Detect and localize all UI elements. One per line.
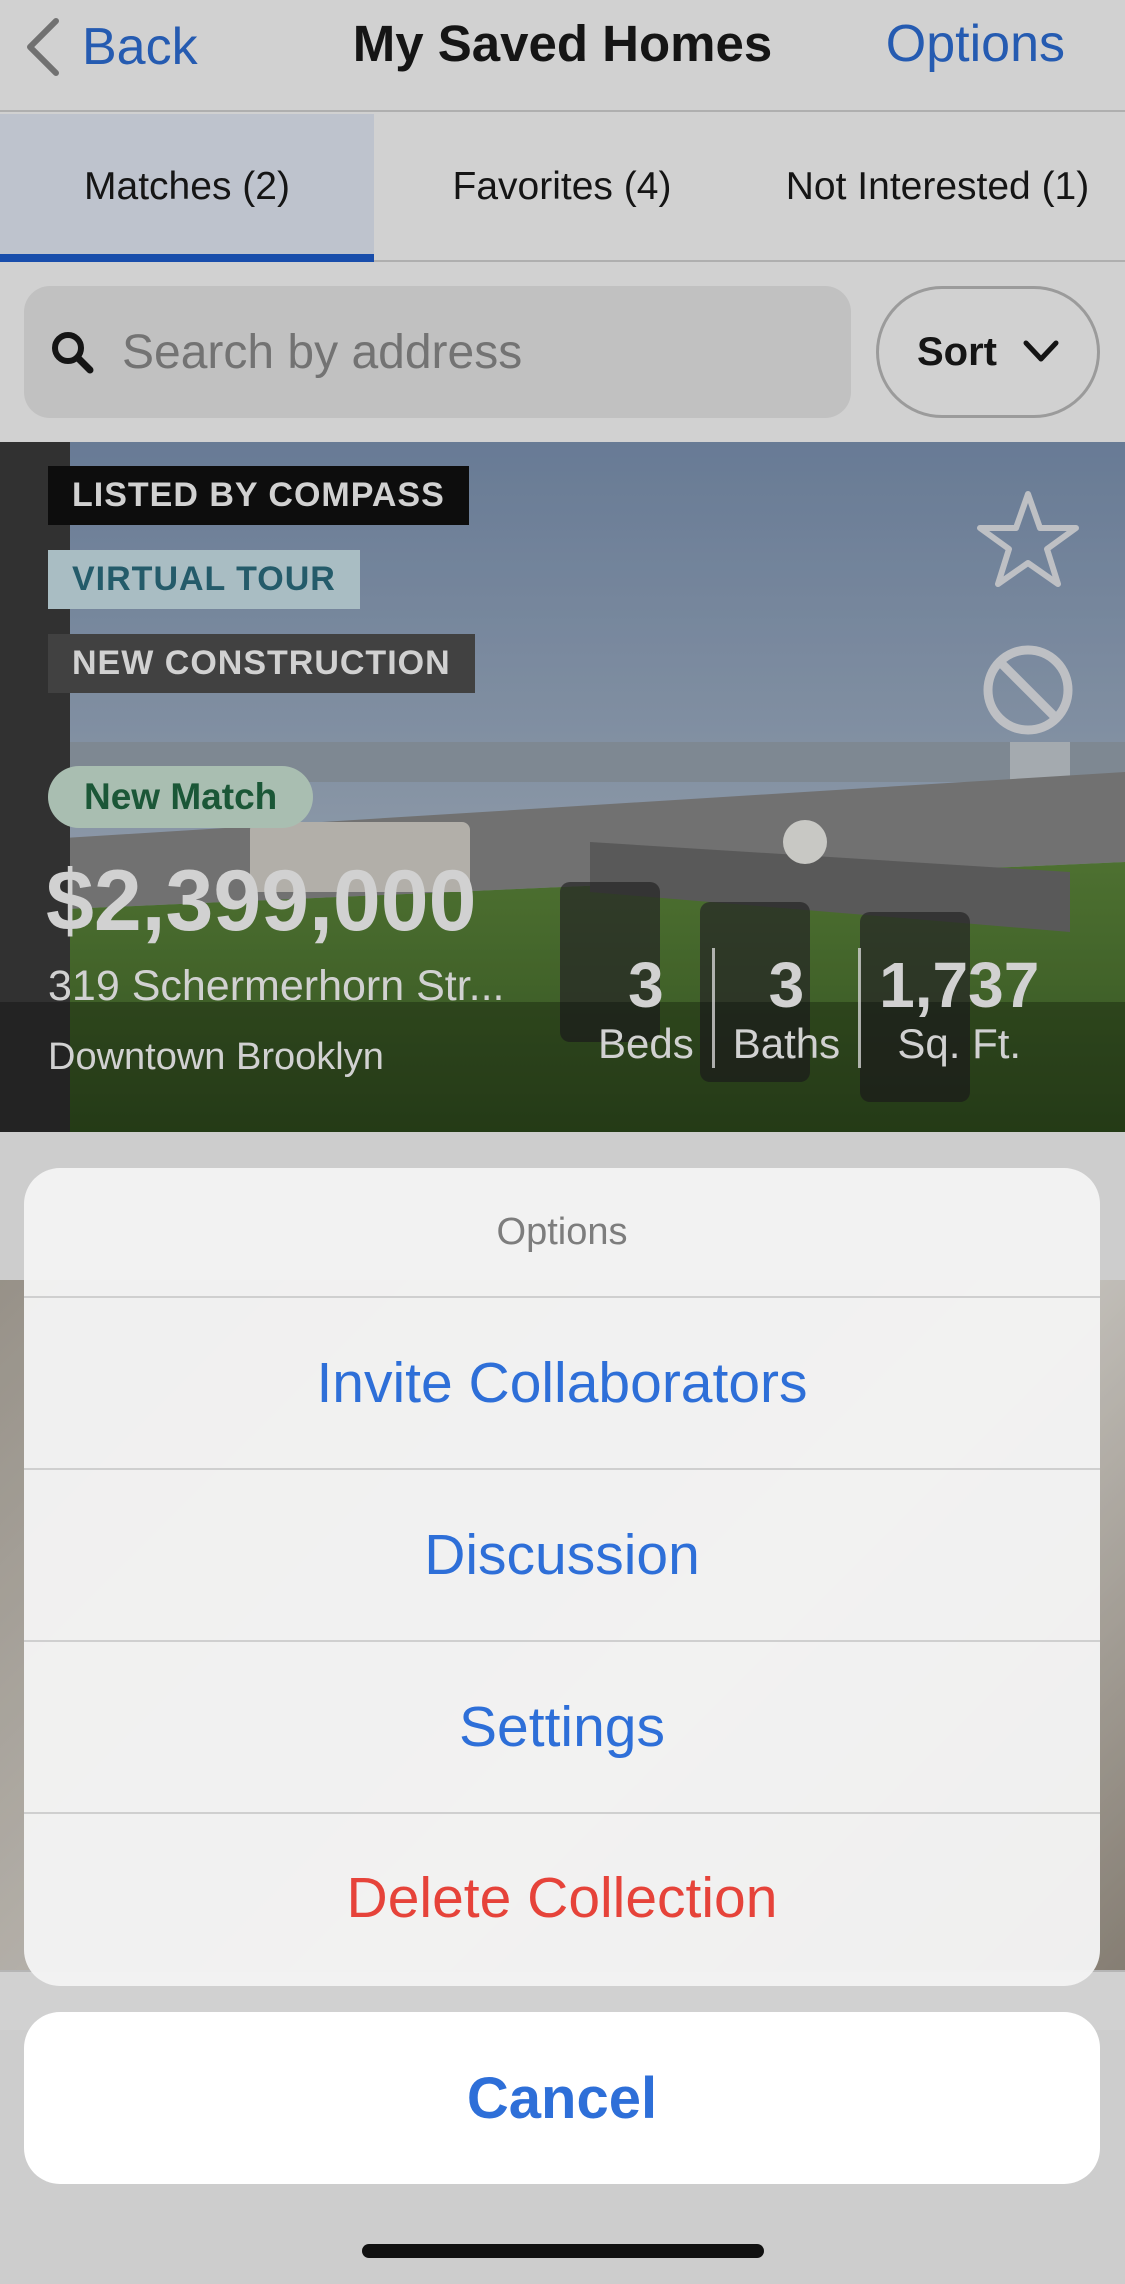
invite-collaborators-button[interactable]: Invite Collaborators	[24, 1298, 1100, 1470]
delete-collection-button[interactable]: Delete Collection	[24, 1814, 1100, 1982]
cancel-button[interactable]: Cancel	[24, 2012, 1100, 2184]
options-action-sheet: Options Invite Collaborators Discussion …	[24, 1168, 1100, 1986]
settings-button[interactable]: Settings	[24, 1642, 1100, 1814]
discussion-button[interactable]: Discussion	[24, 1470, 1100, 1642]
action-sheet-title: Options	[24, 1168, 1100, 1298]
home-indicator[interactable]	[362, 2244, 764, 2258]
